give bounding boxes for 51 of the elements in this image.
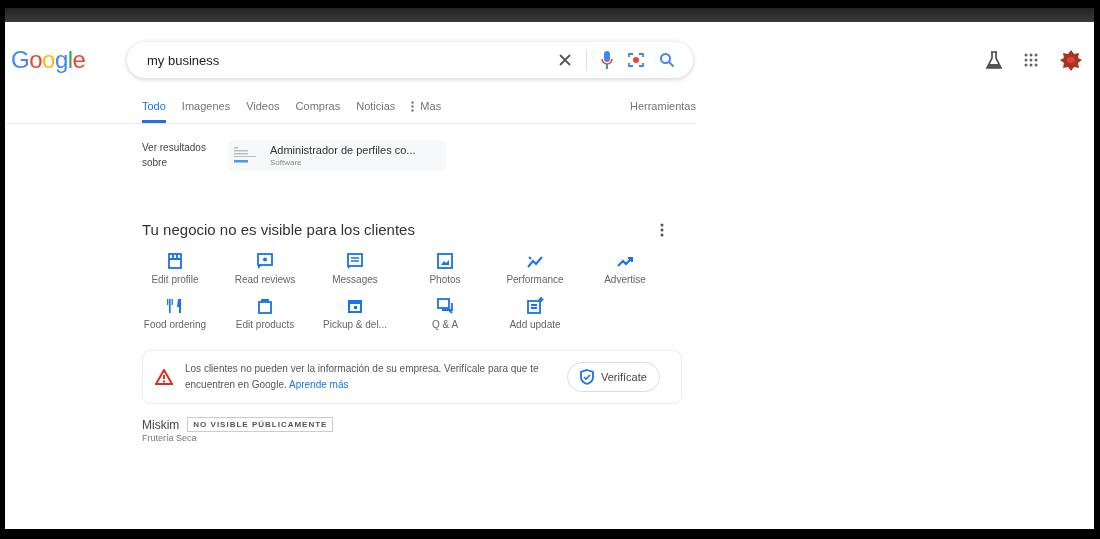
action-button[interactable]: Read reviews xyxy=(220,252,310,285)
action-icon xyxy=(166,252,184,270)
action-icon xyxy=(256,297,274,315)
warning-icon xyxy=(155,369,173,385)
search-tab[interactable]: Videos xyxy=(246,100,280,123)
more-options-icon[interactable] xyxy=(660,222,664,237)
action-button[interactable]: Edit profile xyxy=(130,252,220,285)
business-category: Frutería Seca xyxy=(142,433,198,443)
learn-more-link[interactable]: Aprende más xyxy=(289,379,349,390)
logo[interactable]: Google xyxy=(11,46,91,74)
alert-message: Los clientes no pueden ver la información de su empresa. Verifícale para que te encuentren en Google. Aprende más xyxy=(185,362,540,392)
entity-title: Administrador de perfiles co... xyxy=(270,144,416,156)
entity-type: Software xyxy=(270,158,303,167)
search-tab[interactable]: Compras xyxy=(295,100,341,123)
action-icon xyxy=(166,297,184,315)
action-icon xyxy=(346,297,364,315)
entity-chip[interactable]: Administrador de perfiles co... Software xyxy=(228,140,446,171)
search-tab[interactable]: Todo xyxy=(142,100,166,123)
action-button[interactable]: Messages xyxy=(310,252,400,285)
verify-button[interactable]: Verifícate xyxy=(567,362,660,392)
action-icon xyxy=(526,297,544,315)
more-icon xyxy=(411,100,415,112)
search-tab[interactable]: Mas xyxy=(411,100,442,123)
action-button[interactable]: Food ordering xyxy=(130,297,220,330)
camera-icon[interactable] xyxy=(627,51,645,69)
microphone-icon[interactable] xyxy=(601,51,613,69)
search-tab[interactable]: Imagenes xyxy=(181,100,231,123)
see-results-label: Ver resultados sobre xyxy=(142,141,207,170)
action-button[interactable]: Advertise xyxy=(580,252,670,285)
action-icon xyxy=(346,252,364,270)
shield-icon xyxy=(580,369,594,385)
close-icon[interactable] xyxy=(558,53,572,67)
panel-title: Tu negocio no es visible para los clientes xyxy=(142,221,415,238)
business-name: Miskim xyxy=(142,417,180,432)
visibility-badge: NO VISIBLE PÚBLICAMENTE xyxy=(187,417,334,432)
avatar-icon[interactable] xyxy=(1060,49,1082,71)
search-icon[interactable] xyxy=(659,52,675,68)
action-button[interactable]: Performance xyxy=(490,252,580,285)
action-button[interactable]: Pickup & del... xyxy=(310,297,400,330)
apps-icon[interactable] xyxy=(1024,53,1038,67)
search-tab[interactable]: Noticias xyxy=(356,100,396,123)
flask-icon[interactable] xyxy=(986,51,1002,69)
tools-tab[interactable]: Herramientas xyxy=(629,100,696,123)
action-icon xyxy=(436,297,454,315)
action-button[interactable]: Add update xyxy=(490,297,580,330)
action-button[interactable]: Q & A xyxy=(400,297,490,330)
action-icon xyxy=(256,252,274,270)
action-button[interactable]: Edit products xyxy=(220,297,310,330)
search-input[interactable]: my business xyxy=(145,51,544,69)
action-button[interactable]: Photos xyxy=(400,252,490,285)
action-icon xyxy=(436,252,454,270)
